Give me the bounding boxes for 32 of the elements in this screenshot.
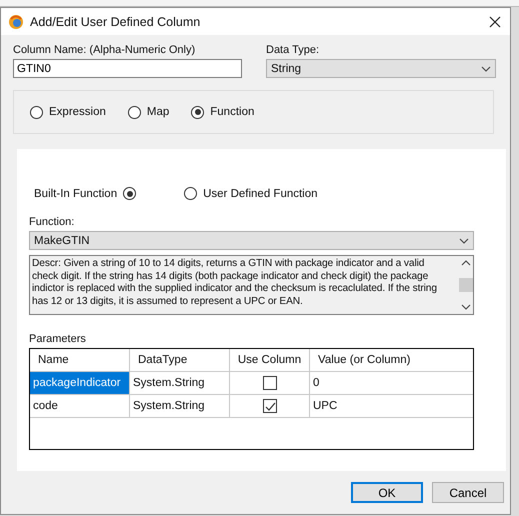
dialog-button[interactable]: Cancel <box>432 482 504 503</box>
function-dropdown[interactable]: MakeGTIN <box>29 231 474 250</box>
scroll-thumb[interactable] <box>458 278 472 292</box>
scroll-down-icon <box>460 304 470 310</box>
data-type-dropdown[interactable]: String <box>266 59 496 78</box>
app-icon <box>8 14 24 30</box>
radio-button[interactable] <box>123 187 136 200</box>
radio-label: Expression <box>49 106 106 118</box>
radio-button[interactable] <box>128 106 141 118</box>
section-label: Parameters <box>29 332 87 346</box>
description-text: Descr: Given a string of 10 to 14 digits, returns a GTIN with package indicator and a valid check digit. If the string has 14 digits (both package indicator and check digit) the package indictor is replaced with the supplied indicator and the checksum is recaclulated. If the string has 12 or 13 digits, it is assumed to represent a UPC or EAN. <box>31 257 438 309</box>
radio-button[interactable] <box>30 106 43 118</box>
checkbox[interactable] <box>262 376 276 390</box>
close-icon <box>489 16 501 28</box>
scroll-up-icon <box>460 260 470 266</box>
radio-label: Function <box>210 106 254 118</box>
field-label: Data Type: <box>266 43 320 57</box>
checkbox[interactable] <box>262 399 276 413</box>
radio-label: Built-In Function <box>34 188 118 200</box>
dialog-button[interactable]: OK <box>351 482 423 503</box>
field-label: Column Name: (Alpha-Numeric Only) <box>13 43 196 57</box>
field-label: Function: <box>29 215 76 229</box>
radio-label: Map <box>146 106 170 118</box>
radio-label: User Defined Function <box>203 188 318 200</box>
checkmark-icon <box>264 400 276 412</box>
chevron-down-icon <box>481 66 491 72</box>
chevron-down-icon <box>459 238 469 244</box>
window-title: Add/Edit User Defined Column <box>30 14 200 28</box>
column-name-field[interactable]: GTIN0 <box>13 59 242 78</box>
radio-button[interactable] <box>191 106 204 118</box>
table-cell[interactable]: packageIndicator <box>30 372 130 394</box>
radio-button[interactable] <box>184 187 198 200</box>
